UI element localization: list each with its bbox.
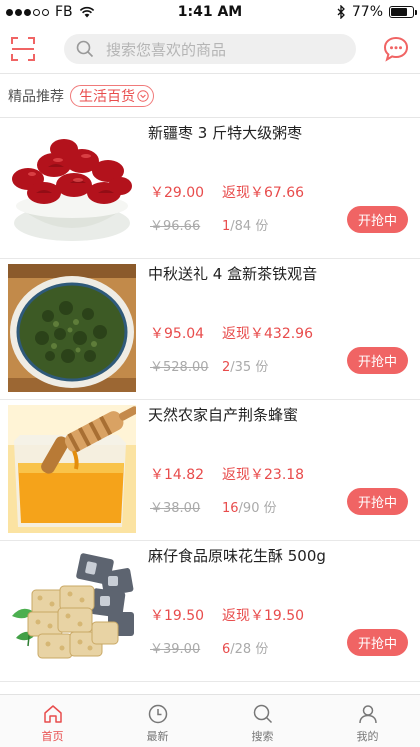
search-placeholder: 搜索您喜欢的商品 bbox=[106, 40, 227, 59]
product-item[interactable]: 中秋送礼 4 盒新茶铁观音 ￥95.04 返现￥432.96 ￥528.00 2… bbox=[0, 259, 420, 400]
product-rebate: 返现￥432.96 bbox=[222, 326, 313, 342]
buy-button[interactable]: 开抢中 bbox=[347, 629, 408, 656]
tab-label: 搜索 bbox=[251, 730, 274, 743]
product-price: ￥29.00 bbox=[150, 185, 205, 201]
stock-count: 1/84 份 bbox=[222, 215, 268, 234]
tab-search[interactable]: 搜索 bbox=[210, 695, 315, 747]
stock-count: 2/35 份 bbox=[222, 356, 268, 375]
original-price: ￥96.66 bbox=[150, 219, 201, 234]
search-icon bbox=[76, 40, 94, 58]
original-price: ￥39.00 bbox=[150, 642, 201, 657]
chat-icon bbox=[383, 36, 409, 62]
product-title: 麻仔食品原味花生酥 500g bbox=[148, 547, 326, 565]
buy-button[interactable]: 开抢中 bbox=[347, 347, 408, 374]
status-bar-right: 77% bbox=[337, 4, 417, 20]
product-price: ￥14.82 bbox=[150, 467, 205, 483]
product-image-red-dates bbox=[8, 123, 136, 251]
tab-label: 最新 bbox=[146, 730, 169, 743]
search-icon bbox=[253, 704, 272, 724]
total-count: /28 份 bbox=[230, 642, 269, 657]
buy-button[interactable]: 开抢中 bbox=[347, 206, 408, 233]
bluetooth-icon bbox=[337, 5, 345, 19]
product-price: ￥19.50 bbox=[150, 608, 205, 624]
category-dropdown[interactable]: 生活百货 bbox=[70, 84, 154, 107]
scan-icon bbox=[11, 37, 35, 61]
original-price: ￥38.00 bbox=[150, 501, 201, 516]
product-title: 新疆枣 3 斤特大级粥枣 bbox=[148, 124, 303, 142]
buy-button[interactable]: 开抢中 bbox=[347, 488, 408, 515]
sold-count: 16 bbox=[222, 501, 239, 516]
product-image-green-tea bbox=[8, 264, 136, 392]
tab-label: 首页 bbox=[41, 730, 64, 743]
product-title: 中秋送礼 4 盒新茶铁观音 bbox=[148, 265, 318, 283]
product-item[interactable]: 麻仔食品原味花生酥 500g ￥19.50 返现￥19.50 ￥39.00 6/… bbox=[0, 541, 420, 682]
battery-fill bbox=[391, 8, 408, 16]
scan-button[interactable] bbox=[10, 36, 36, 62]
product-image-peanut-brittle bbox=[8, 546, 136, 674]
clock-icon bbox=[148, 704, 167, 724]
product-item[interactable]: 天然农家自产荆条蜂蜜 ￥14.82 返现￥23.18 ￥38.00 16/90 … bbox=[0, 400, 420, 541]
home-icon bbox=[43, 705, 62, 723]
section-title: 精品推荐 bbox=[8, 88, 64, 105]
product-image-honey bbox=[8, 405, 136, 533]
header: 搜索您喜欢的商品 bbox=[0, 26, 420, 74]
chevron-down-icon bbox=[137, 89, 149, 102]
message-button[interactable] bbox=[382, 35, 410, 63]
tab-home[interactable]: 首页 bbox=[0, 695, 105, 747]
product-title: 天然农家自产荆条蜂蜜 bbox=[148, 406, 299, 424]
battery-icon bbox=[389, 6, 417, 18]
user-icon bbox=[358, 705, 377, 724]
search-input[interactable]: 搜索您喜欢的商品 bbox=[64, 34, 356, 64]
tab-latest[interactable]: 最新 bbox=[105, 695, 210, 747]
total-count: /90 份 bbox=[238, 501, 277, 516]
product-item[interactable]: 新疆枣 3 斤特大级粥枣 ￥29.00 返现￥67.66 ￥96.66 1/84… bbox=[0, 118, 420, 259]
category-label: 生活百货 bbox=[79, 88, 135, 105]
filter-row: 精品推荐 生活百货 bbox=[0, 74, 420, 118]
status-bar: FB 1:41 AM 77% bbox=[0, 0, 420, 26]
stock-count: 6/28 份 bbox=[222, 638, 268, 657]
tab-profile[interactable]: 我的 bbox=[315, 695, 420, 747]
tab-label: 我的 bbox=[356, 730, 379, 743]
original-price: ￥528.00 bbox=[150, 360, 209, 375]
product-rebate: 返现￥19.50 bbox=[222, 608, 305, 624]
battery-percent: 77% bbox=[351, 4, 383, 20]
product-rebate: 返现￥23.18 bbox=[222, 467, 305, 483]
product-list: 新疆枣 3 斤特大级粥枣 ￥29.00 返现￥67.66 ￥96.66 1/84… bbox=[0, 118, 420, 682]
total-count: /84 份 bbox=[230, 219, 269, 234]
total-count: /35 份 bbox=[230, 360, 269, 375]
product-rebate: 返现￥67.66 bbox=[222, 185, 305, 201]
tab-bar: 首页 最新 搜索 我的 bbox=[0, 694, 420, 747]
product-price: ￥95.04 bbox=[150, 326, 205, 342]
stock-count: 16/90 份 bbox=[222, 497, 277, 516]
